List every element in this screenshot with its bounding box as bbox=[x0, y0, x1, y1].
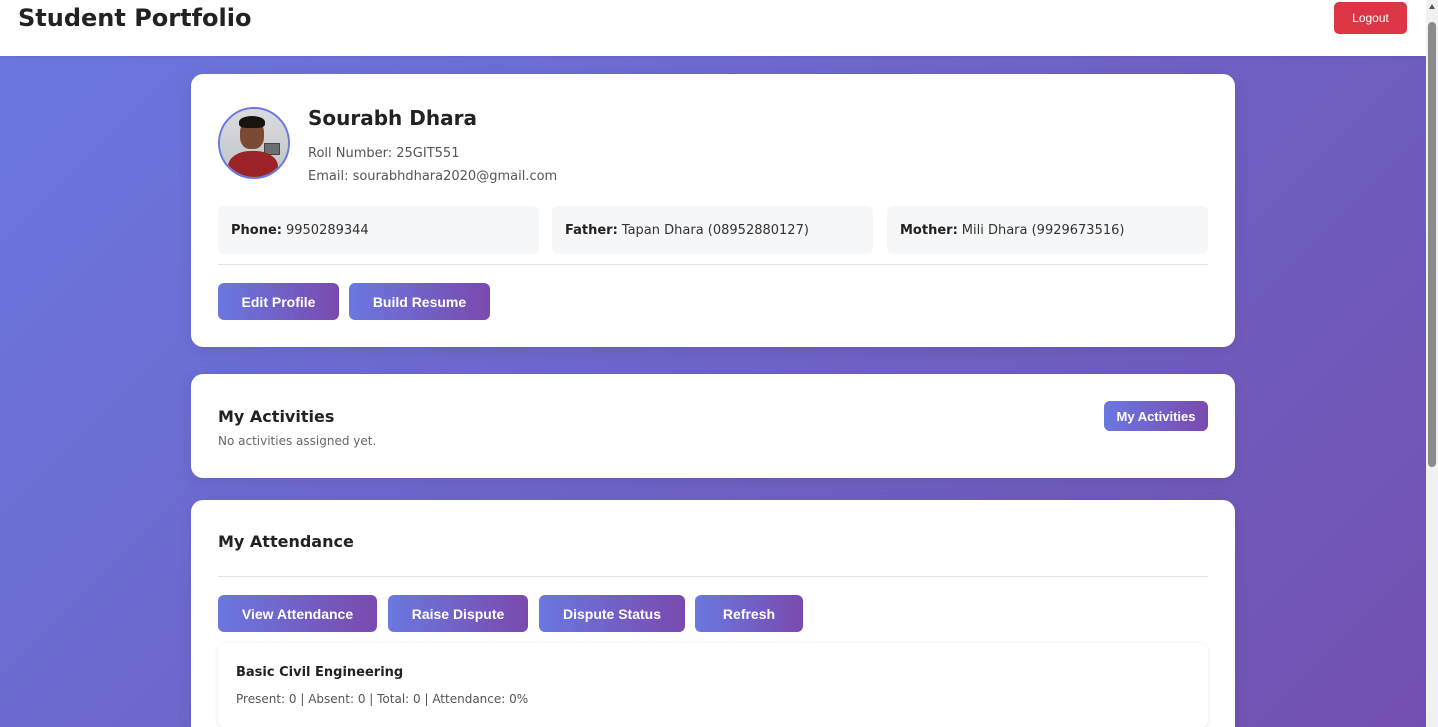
father-label: Father: bbox=[565, 222, 618, 238]
logout-button[interactable]: Logout bbox=[1334, 2, 1407, 34]
activities-title: My Activities bbox=[218, 407, 335, 426]
mother-box: Mother: Mili Dhara (9929673516) bbox=[887, 206, 1208, 254]
mother-label: Mother: bbox=[900, 222, 958, 238]
phone-label: Phone: bbox=[231, 222, 282, 238]
student-name: Sourabh Dhara bbox=[308, 106, 477, 130]
father-value: Tapan Dhara (08952880127) bbox=[621, 222, 809, 238]
attendance-card: My Attendance View Attendance Raise Disp… bbox=[191, 500, 1235, 727]
app-title: Student Portfolio bbox=[18, 4, 252, 32]
raise-dispute-button[interactable]: Raise Dispute bbox=[388, 595, 528, 632]
email: Email: sourabhdhara2020@gmail.com bbox=[308, 169, 558, 184]
edit-profile-button[interactable]: Edit Profile bbox=[218, 283, 339, 320]
subject-stats: Present: 0 | Absent: 0 | Total: 0 | Atte… bbox=[236, 692, 529, 706]
profile-card: Sourabh Dhara Roll Number: 25GIT551 Emai… bbox=[191, 74, 1235, 347]
activities-empty-text: No activities assigned yet. bbox=[218, 434, 377, 448]
phone-value: 9950289344 bbox=[285, 222, 369, 238]
page-scrollbar[interactable] bbox=[1426, 0, 1438, 727]
avatar bbox=[218, 107, 290, 179]
divider bbox=[218, 264, 1208, 265]
father-box: Father: Tapan Dhara (08952880127) bbox=[552, 206, 873, 254]
attendance-title: My Attendance bbox=[218, 532, 354, 551]
scroll-up-arrow-icon[interactable] bbox=[1429, 4, 1435, 9]
roll-number: Roll Number: 25GIT551 bbox=[308, 146, 460, 161]
dispute-status-button[interactable]: Dispute Status bbox=[539, 595, 685, 632]
view-attendance-button[interactable]: View Attendance bbox=[218, 595, 377, 632]
divider bbox=[218, 576, 1208, 577]
phone-box: Phone: 9950289344 bbox=[218, 206, 539, 254]
build-resume-button[interactable]: Build Resume bbox=[349, 283, 490, 320]
activities-card: My Activities No activities assigned yet… bbox=[191, 374, 1235, 478]
top-navbar: Student Portfolio Logout bbox=[0, 0, 1426, 56]
scrollbar-thumb[interactable] bbox=[1428, 22, 1436, 467]
my-activities-button[interactable]: My Activities bbox=[1104, 401, 1208, 431]
mother-value: Mili Dhara (9929673516) bbox=[961, 222, 1125, 238]
refresh-button[interactable]: Refresh bbox=[695, 595, 803, 632]
subject-name: Basic Civil Engineering bbox=[236, 665, 404, 680]
subject-attendance-card: Basic Civil Engineering Present: 0 | Abs… bbox=[218, 643, 1208, 727]
